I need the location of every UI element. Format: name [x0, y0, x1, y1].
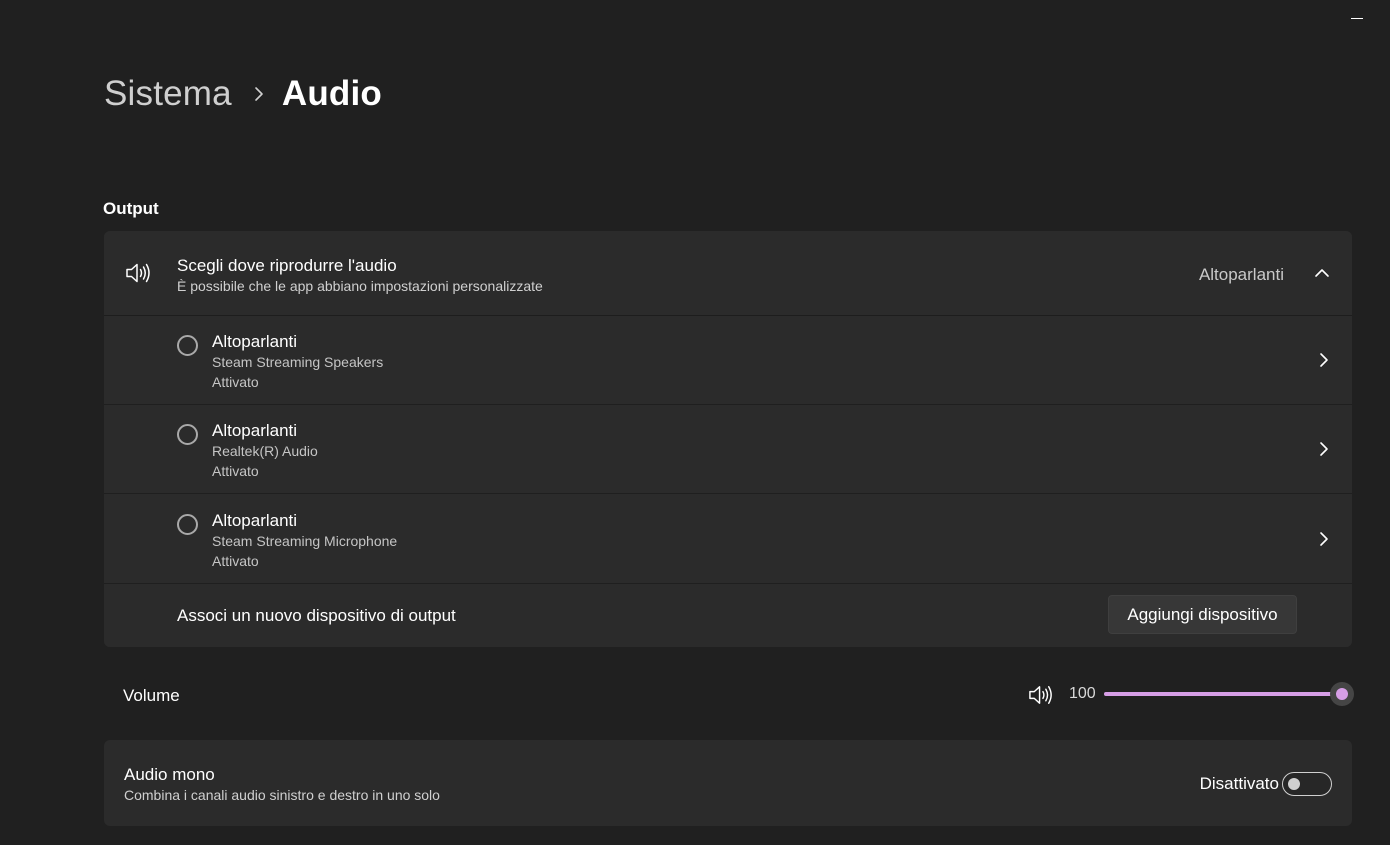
- device-name: Altoparlanti: [212, 511, 298, 530]
- chevron-right-icon[interactable]: [1319, 531, 1329, 552]
- mono-audio-subtitle: Combina i canali audio sinistro e destro…: [124, 787, 440, 803]
- page-title: Audio: [281, 74, 382, 113]
- mono-audio-title: Audio mono: [124, 765, 215, 784]
- device-row[interactable]: Altoparlanti Steam Streaming Speakers At…: [104, 316, 1352, 405]
- volume-label: Volume: [123, 686, 180, 705]
- selected-device-label: Altoparlanti: [1198, 265, 1284, 284]
- output-device-selector[interactable]: Scegli dove riprodurre l'audio È possibi…: [104, 231, 1352, 316]
- pair-device-row: Associ un nuovo dispositivo di output Ag…: [104, 584, 1352, 647]
- device-radio[interactable]: [177, 424, 198, 445]
- device-row[interactable]: Altoparlanti Realtek(R) Audio Attivato: [104, 405, 1352, 494]
- output-subtitle: È possibile che le app abbiano impostazi…: [177, 278, 543, 294]
- device-name: Altoparlanti: [212, 332, 298, 351]
- output-card: Scegli dove riprodurre l'audio È possibi…: [104, 231, 1352, 647]
- speaker-icon: [125, 262, 153, 289]
- add-device-button[interactable]: Aggiungi dispositivo: [1108, 595, 1297, 634]
- device-description: Steam Streaming Microphone: [212, 533, 398, 549]
- chevron-up-icon[interactable]: [1314, 265, 1330, 283]
- volume-slider[interactable]: [1104, 682, 1354, 706]
- device-description: Realtek(R) Audio: [212, 443, 318, 459]
- chevron-right-icon[interactable]: [1319, 441, 1329, 462]
- chevron-right-icon: [254, 86, 264, 102]
- device-radio[interactable]: [177, 514, 198, 535]
- section-title-output: Output: [103, 199, 159, 218]
- volume-value: 100: [1069, 685, 1096, 702]
- device-status: Attivato: [212, 463, 259, 479]
- mono-audio-state: Disattivato: [1199, 774, 1279, 793]
- volume-slider-thumb[interactable]: [1330, 682, 1354, 706]
- output-title: Scegli dove riprodurre l'audio: [177, 256, 397, 275]
- volume-slider-fill: [1104, 692, 1342, 696]
- device-status: Attivato: [212, 553, 259, 569]
- device-description: Steam Streaming Speakers: [212, 354, 384, 370]
- speaker-icon[interactable]: [1028, 684, 1055, 711]
- mono-audio-toggle[interactable]: [1282, 772, 1332, 796]
- device-row[interactable]: Altoparlanti Steam Streaming Microphone …: [104, 495, 1352, 584]
- minimize-button[interactable]: [1351, 18, 1363, 19]
- device-name: Altoparlanti: [212, 421, 298, 440]
- device-status: Attivato: [212, 374, 259, 390]
- device-radio[interactable]: [177, 335, 198, 356]
- settings-page: Sistema Audio Output Scegli dove riprodu…: [0, 0, 1390, 845]
- breadcrumb-parent[interactable]: Sistema: [104, 74, 232, 114]
- pair-device-label: Associ un nuovo dispositivo di output: [177, 606, 456, 625]
- breadcrumb: Sistema Audio: [104, 72, 382, 116]
- chevron-right-icon[interactable]: [1319, 352, 1329, 373]
- mono-audio-card: Audio mono Combina i canali audio sinist…: [104, 740, 1352, 826]
